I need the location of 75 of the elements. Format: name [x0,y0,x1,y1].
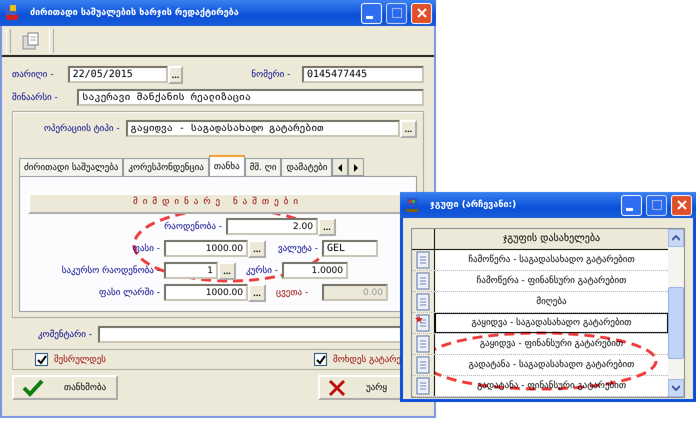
document-icon [415,356,431,374]
tab-left-button[interactable] [332,158,348,176]
price-gel-field[interactable]: 1000.00 [164,284,248,301]
checkbox-label: მოხდეს გატარე [333,354,401,364]
table-cell[interactable]: ჩამოწერა - საგადასახადო გატარებით [435,250,668,270]
right-arrow-icon [353,164,360,172]
cross-icon [328,378,346,396]
price-gel-label: ფასი ლარში - [98,288,161,298]
window-title: ძირითადი საშუალების ხარჯის რედაქტირება [30,8,240,18]
ok-button[interactable]: თანხმობა [12,375,118,400]
tab-right-button[interactable] [348,158,364,176]
minimize-icon [366,16,373,18]
quantity-button[interactable]: ... [318,218,336,236]
checkbox[interactable] [35,353,48,366]
quantity-field[interactable]: 2.00 [226,218,318,235]
checkbox-label: შესრულდეს [54,354,106,364]
tab[interactable]: ძირითადი საშუალება [19,158,124,176]
scrollbar[interactable] [668,229,684,397]
price-field[interactable]: 1000.00 [164,240,248,257]
table-cell[interactable]: ჩამოწერა - ფინანსური გატარებით [435,271,668,291]
rate-field[interactable]: 1.0000 [282,262,348,279]
column-header[interactable]: ჯგუფის დასახელება [435,229,668,249]
close-button[interactable] [671,194,692,216]
current-document-icon [415,314,431,332]
minimize-icon [626,208,633,210]
document-icon [415,293,431,311]
date-label: თარიღი - [12,70,54,80]
document-icon [415,377,431,395]
operation-label: ოპერაციის ტიპი - [42,124,120,134]
table-cell[interactable]: გადატანა - საგადასახადო გატარებით [435,355,668,375]
paste-icon[interactable] [21,32,39,50]
dialog-title: ჯგუფი (არჩევანი:) [430,200,518,210]
operation-field[interactable]: გაყიდვა - საგადასახადო გატარებით [126,120,400,137]
price-gel-button[interactable]: ... [248,284,266,302]
table-cell[interactable]: გაყიდვა - საგადასახადო გატარებით [435,313,668,333]
content-label: შინაარსი - [12,92,59,102]
document-icon [415,251,431,269]
close-icon [416,8,426,18]
tab[interactable]: კორესპონდენცია [123,158,209,176]
app-icon [4,5,20,21]
rate-quantity-button[interactable]: ... [218,262,236,280]
quantity-label: რაოდენობა - [163,222,223,232]
comment-label: კომენტარი - [36,330,92,340]
maximize-button[interactable] [646,194,667,216]
maximize-icon [652,200,662,210]
close-button[interactable] [411,2,432,24]
table-cell[interactable]: გაყიდვა - ფინანსური გატარებით [435,334,668,354]
document-icon [415,272,431,290]
tab[interactable]: თანხა [208,155,245,176]
price-button[interactable]: ... [248,240,266,258]
rate-quantity-field[interactable]: 1 [164,262,218,279]
operation-button[interactable]: ... [400,120,417,138]
left-arrow-icon [337,164,344,172]
rate-quantity-label: საკურსო რაოდენობა - [60,266,161,276]
currency-field[interactable]: GEL [322,240,378,257]
maximize-icon [392,8,402,18]
checkbox[interactable] [314,353,328,366]
content-field[interactable]: საკერავი მანქანის რეალიზაცია [77,89,424,106]
number-field[interactable]: 0145477445 [302,66,424,83]
minimize-button[interactable] [621,194,642,216]
currency-label: ვალუტა - [276,244,319,254]
rate-label: კურსი - [245,266,279,276]
close-icon [676,200,686,210]
table-cell[interactable]: მიღება [435,292,668,312]
maximize-button[interactable] [386,2,407,24]
minimize-button[interactable] [361,2,382,24]
computer-icon [404,197,420,213]
number-label: ნომერი - [251,70,292,80]
tab[interactable]: მშ. ღი [244,158,282,176]
checkmark-icon [22,378,44,396]
date-picker-button[interactable]: ... [168,66,184,84]
tab[interactable]: დამატები [281,158,332,176]
document-icon [415,335,431,353]
wear-label: ცვეთა - [276,288,310,298]
date-field[interactable]: 22/05/2015 [68,66,168,83]
